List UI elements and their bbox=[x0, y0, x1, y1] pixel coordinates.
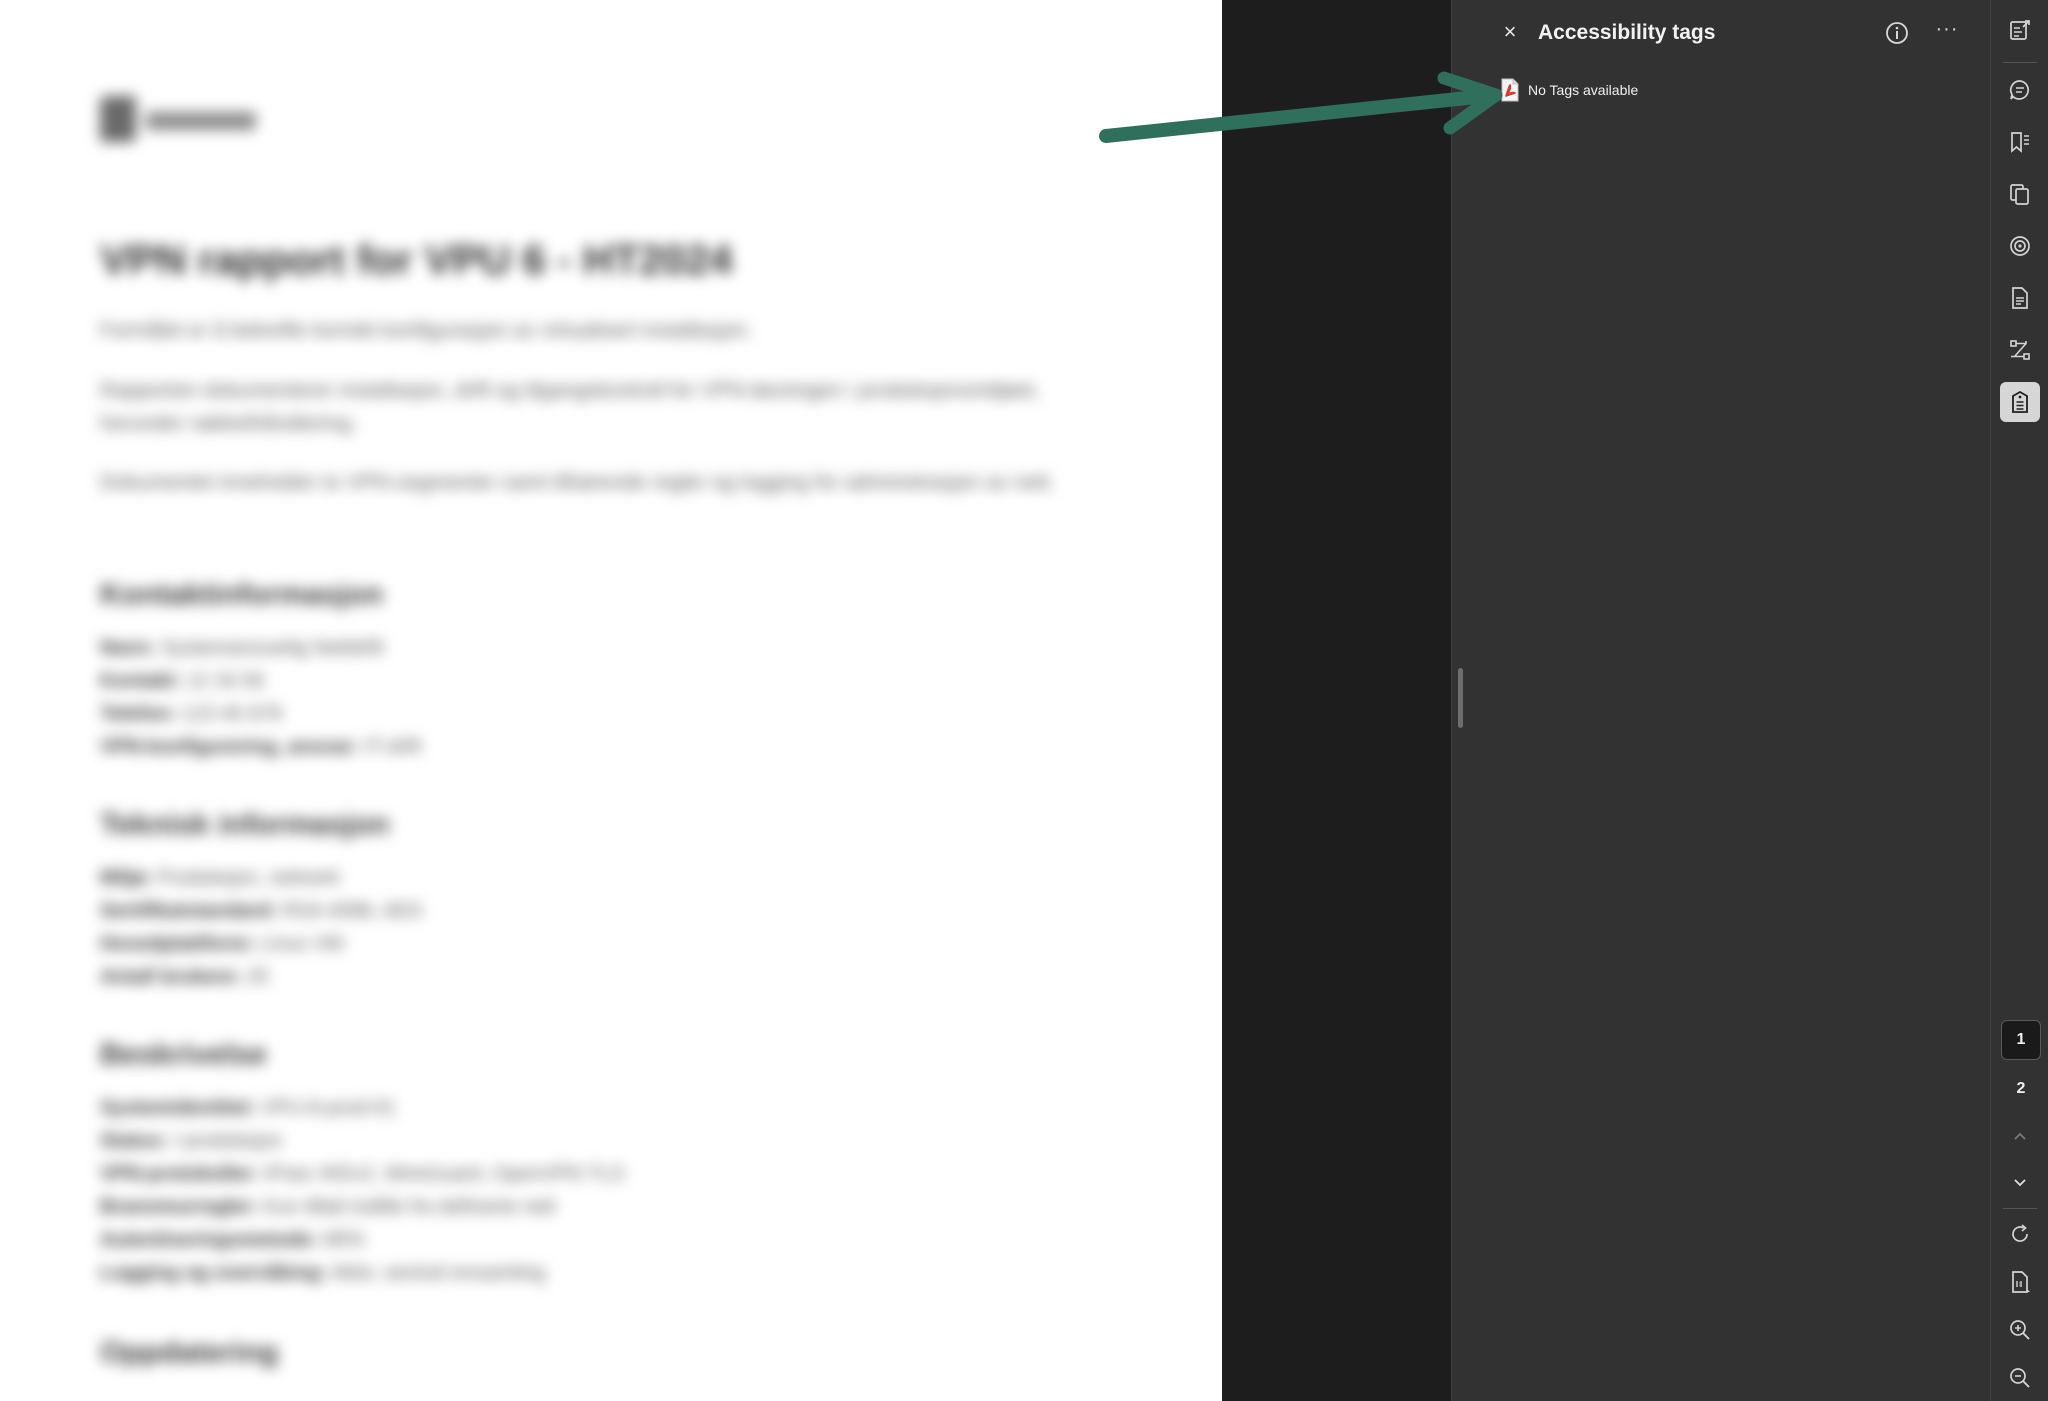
order-icon[interactable] bbox=[2000, 330, 2040, 370]
tags-root-item: No Tags available bbox=[1500, 77, 1638, 103]
section-line: VPN-konfigurering, ansvar: IT-drift bbox=[100, 736, 422, 758]
page-1-button[interactable]: 1 bbox=[2001, 1020, 2041, 1060]
info-icon[interactable] bbox=[1884, 20, 1910, 46]
section-lines: Navn: Systemansvarlig Nettdrift Kontakt:… bbox=[100, 632, 421, 764]
pages-icon[interactable] bbox=[2000, 174, 2040, 214]
document-paragraph: Dokumentet inneholder to VPN-segmenter s… bbox=[100, 471, 1055, 494]
document-title: VPN rapport for VPU 6 - HT2024 bbox=[100, 236, 733, 283]
fit-page-icon[interactable] bbox=[2000, 1262, 2040, 1302]
edit-pdf-icon[interactable] bbox=[2000, 10, 2040, 50]
right-toolbar: 1 2 bbox=[1990, 0, 2048, 1401]
close-panel-button[interactable]: × bbox=[1496, 18, 1524, 46]
panel-resize-handle[interactable] bbox=[1458, 668, 1463, 728]
document-intro: Formålet er å bekrefte korrekt konfigura… bbox=[100, 319, 753, 342]
panel-title: Accessibility tags bbox=[1538, 21, 1716, 44]
toolbar-separator bbox=[2003, 62, 2037, 63]
viewer-gutter bbox=[1222, 0, 1451, 1401]
section-line: Brannmurregler: Kun tillatt trafikk fra … bbox=[100, 1196, 556, 1218]
section-line: Hovedplattform: Linux VM bbox=[100, 933, 344, 955]
section-line: Autentiseringsmetode: MFA bbox=[100, 1229, 365, 1251]
section-line: Telefon: 123 45 678 bbox=[100, 703, 282, 725]
chevron-up-icon[interactable] bbox=[2000, 1117, 2040, 1157]
chevron-down-icon[interactable] bbox=[2000, 1162, 2040, 1202]
page-2-button[interactable]: 2 bbox=[2001, 1069, 2041, 1109]
section-line: Miljø: Produksjon, nettverk bbox=[100, 867, 341, 889]
document-logo bbox=[100, 92, 260, 150]
section-line: Status: I produksjon bbox=[100, 1130, 283, 1152]
zoom-in-icon[interactable] bbox=[2000, 1310, 2040, 1350]
comment-icon[interactable] bbox=[2000, 70, 2040, 110]
section-heading: Oppdatering bbox=[100, 1336, 279, 1369]
section-heading: Beskrivelse bbox=[100, 1038, 267, 1071]
toolbar-separator bbox=[2003, 1208, 2037, 1209]
section-line: Kontakt: 12 34 56 bbox=[100, 670, 265, 692]
document-paragraph: Rapporten dokumenterer installasjon, dri… bbox=[100, 379, 1040, 435]
section-line: Sertifikatstandard: RSA 4096, AES bbox=[100, 900, 423, 922]
section-line: Systemidentitet: VPU-6-prod-01 bbox=[100, 1097, 396, 1119]
section-line: Antall brukere: 25 bbox=[100, 966, 269, 988]
document-page: VPN rapport for VPU 6 - HT2024 Formålet … bbox=[0, 0, 1222, 1401]
section-heading: Kontaktinformasjon bbox=[100, 578, 384, 611]
section-heading: Teknisk informasjon bbox=[100, 808, 390, 841]
zoom-out-icon[interactable] bbox=[2000, 1358, 2040, 1398]
section-lines: Systemidentitet: VPU-6-prod-01 Status: I… bbox=[100, 1092, 624, 1290]
rotate-icon[interactable] bbox=[2000, 1214, 2040, 1254]
accessibility-tags-icon[interactable] bbox=[2000, 382, 2040, 422]
bookmarks-icon[interactable] bbox=[2000, 122, 2040, 162]
document-properties-icon[interactable] bbox=[2000, 278, 2040, 318]
section-line: VPN-protokoller: IPsec IKEv2, WireGuard,… bbox=[100, 1163, 625, 1185]
layers-icon[interactable] bbox=[2000, 226, 2040, 266]
more-options-button[interactable]: ··· bbox=[1932, 18, 1962, 46]
pdf-file-icon bbox=[1500, 78, 1520, 102]
section-lines: Miljø: Produksjon, nettverk Sertifikatst… bbox=[100, 862, 422, 994]
no-tags-message: No Tags available bbox=[1528, 82, 1639, 98]
document-content: VPN rapport for VPU 6 - HT2024 Formålet … bbox=[0, 0, 1222, 1401]
accessibility-tags-panel: × Accessibility tags ··· No Tags availab… bbox=[1451, 0, 1990, 1401]
section-line: Logging og overvåking: Aktiv, sentral in… bbox=[100, 1262, 546, 1284]
section-line: Navn: Systemansvarlig Nettdrift bbox=[100, 637, 384, 659]
